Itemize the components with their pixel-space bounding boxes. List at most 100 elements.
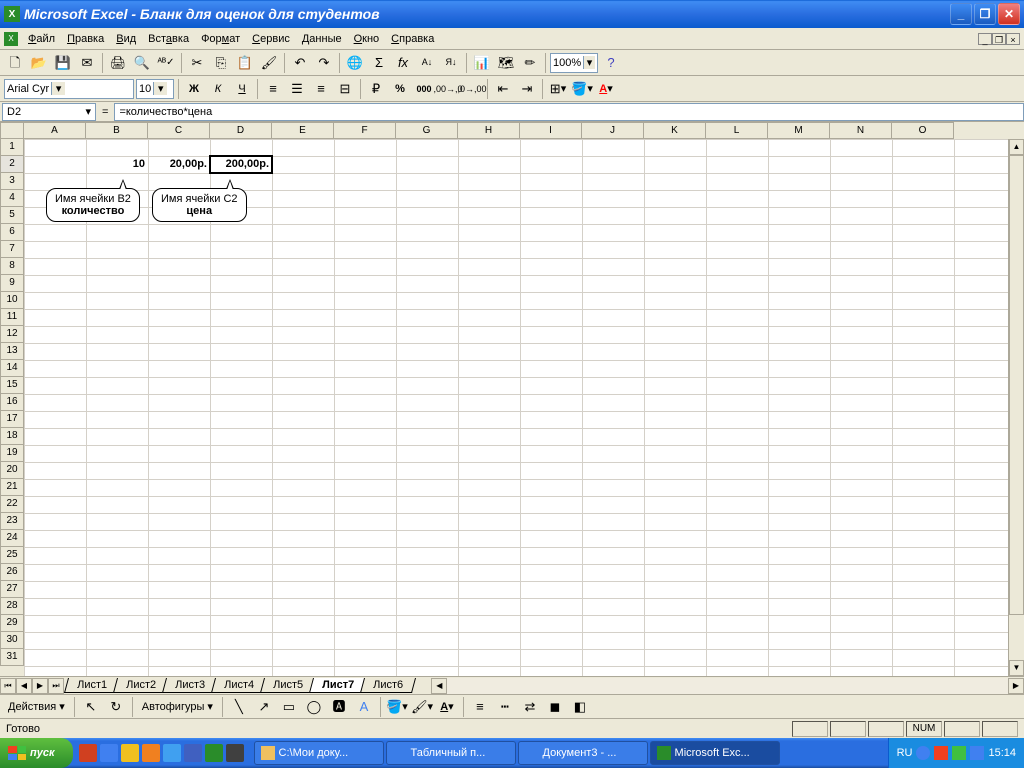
fill-button[interactable]: 🪣▾: [386, 696, 408, 718]
select-objects-button[interactable]: ↖: [80, 696, 102, 718]
sort-asc-button[interactable]: А↓: [416, 52, 438, 74]
maximize-button[interactable]: ❐: [974, 3, 996, 25]
horizontal-scrollbar[interactable]: ◀ ▶: [431, 678, 1024, 694]
font-name-combo[interactable]: Arial Cyr▾: [4, 79, 134, 99]
cell-C2[interactable]: 20,00р.: [148, 156, 210, 173]
row-header-11[interactable]: 11: [0, 309, 24, 326]
menu-format[interactable]: Формат: [195, 31, 246, 47]
row-header-17[interactable]: 17: [0, 411, 24, 428]
row-header-9[interactable]: 9: [0, 275, 24, 292]
row-header-14[interactable]: 14: [0, 360, 24, 377]
textbox-button[interactable]: 🅰: [328, 696, 350, 718]
menu-edit[interactable]: Правка: [61, 31, 110, 47]
save-button[interactable]: 💾: [52, 52, 74, 74]
hscroll-right[interactable]: ▶: [1008, 678, 1024, 694]
scroll-thumb[interactable]: [1009, 155, 1024, 615]
column-header-I[interactable]: I: [520, 122, 582, 139]
cell-D2[interactable]: 200,00р.: [210, 156, 272, 173]
mdi-restore[interactable]: ❐: [992, 33, 1006, 45]
close-button[interactable]: ✕: [998, 3, 1020, 25]
wordart-button[interactable]: A: [353, 696, 375, 718]
autosum-button[interactable]: Σ: [368, 52, 390, 74]
bold-button[interactable]: Ж: [183, 78, 205, 100]
redo-button[interactable]: ↷: [313, 52, 335, 74]
row-header-29[interactable]: 29: [0, 615, 24, 632]
task-button[interactable]: С:\Мои доку...: [254, 741, 384, 765]
column-header-J[interactable]: J: [582, 122, 644, 139]
row-header-31[interactable]: 31: [0, 649, 24, 666]
menu-window[interactable]: Окно: [348, 31, 386, 47]
print-button[interactable]: 🖨: [107, 52, 129, 74]
tray-icon[interactable]: [916, 746, 930, 760]
minimize-button[interactable]: _: [950, 3, 972, 25]
row-header-13[interactable]: 13: [0, 343, 24, 360]
sheet-nav-next[interactable]: ▶: [32, 678, 48, 694]
email-button[interactable]: ✉: [76, 52, 98, 74]
increase-decimal-button[interactable]: ,00→,0: [437, 78, 459, 100]
underline-button[interactable]: Ч: [231, 78, 253, 100]
row-header-10[interactable]: 10: [0, 292, 24, 309]
hyperlink-button[interactable]: 🌐: [344, 52, 366, 74]
rotate-button[interactable]: ↻: [105, 696, 127, 718]
menu-file[interactable]: Файл: [22, 31, 61, 47]
column-header-L[interactable]: L: [706, 122, 768, 139]
column-header-D[interactable]: D: [210, 122, 272, 139]
row-header-30[interactable]: 30: [0, 632, 24, 649]
row-header-22[interactable]: 22: [0, 496, 24, 513]
column-header-B[interactable]: B: [86, 122, 148, 139]
paste-button[interactable]: 📋: [234, 52, 256, 74]
row-header-26[interactable]: 26: [0, 564, 24, 581]
column-header-G[interactable]: G: [396, 122, 458, 139]
column-header-H[interactable]: H: [458, 122, 520, 139]
sheet-tab-Лист7[interactable]: Лист7: [309, 678, 367, 693]
line-color-button[interactable]: 🖌▾: [411, 696, 433, 718]
fill-color-button[interactable]: 🪣▾: [571, 78, 593, 100]
currency-button[interactable]: ₽: [365, 78, 387, 100]
undo-button[interactable]: ↶: [289, 52, 311, 74]
row-header-24[interactable]: 24: [0, 530, 24, 547]
merge-center-button[interactable]: ⊟: [334, 78, 356, 100]
ql-icon[interactable]: [226, 744, 244, 762]
menu-tools[interactable]: Сервис: [246, 31, 296, 47]
shadow-button[interactable]: ◼: [544, 696, 566, 718]
column-header-A[interactable]: A: [24, 122, 86, 139]
borders-button[interactable]: ⊞▾: [547, 78, 569, 100]
spelling-button[interactable]: ᴬᴮ✓: [155, 52, 177, 74]
tray-icon[interactable]: [952, 746, 966, 760]
cell-B2[interactable]: 10: [86, 156, 148, 173]
row-header-15[interactable]: 15: [0, 377, 24, 394]
ql-icon[interactable]: [100, 744, 118, 762]
task-button[interactable]: Microsoft Exc...: [650, 741, 780, 765]
arrow-button[interactable]: ↗: [253, 696, 275, 718]
3d-button[interactable]: ◧: [569, 696, 591, 718]
clock[interactable]: 15:14: [988, 747, 1016, 759]
ql-icon[interactable]: [184, 744, 202, 762]
vertical-scrollbar[interactable]: ▲ ▼: [1008, 139, 1024, 676]
menu-view[interactable]: Вид: [110, 31, 142, 47]
align-center-button[interactable]: ☰: [286, 78, 308, 100]
chart-button[interactable]: 📊: [471, 52, 493, 74]
menu-insert[interactable]: Вставка: [142, 31, 195, 47]
row-header-23[interactable]: 23: [0, 513, 24, 530]
column-header-N[interactable]: N: [830, 122, 892, 139]
row-header-19[interactable]: 19: [0, 445, 24, 462]
ql-icon[interactable]: [205, 744, 223, 762]
select-all-corner[interactable]: [0, 122, 24, 139]
row-header-27[interactable]: 27: [0, 581, 24, 598]
row-header-2[interactable]: 2: [0, 156, 24, 173]
row-header-7[interactable]: 7: [0, 241, 24, 258]
row-header-4[interactable]: 4: [0, 190, 24, 207]
hscroll-left[interactable]: ◀: [431, 678, 447, 694]
sheet-tab-Лист6[interactable]: Лист6: [360, 678, 416, 693]
row-header-25[interactable]: 25: [0, 547, 24, 564]
row-header-20[interactable]: 20: [0, 462, 24, 479]
sheet-nav-last[interactable]: ⏭: [48, 678, 64, 694]
sheet-tab-Лист2[interactable]: Лист2: [113, 678, 169, 693]
cells-area[interactable]: Имя ячейки В2 количество Имя ячейки С2 ц…: [24, 139, 1024, 676]
sheet-tab-Лист1[interactable]: Лист1: [64, 678, 120, 693]
preview-button[interactable]: 🔍: [131, 52, 153, 74]
row-header-18[interactable]: 18: [0, 428, 24, 445]
decrease-decimal-button[interactable]: ,0→,00: [461, 78, 483, 100]
column-header-E[interactable]: E: [272, 122, 334, 139]
ql-icon[interactable]: [142, 744, 160, 762]
